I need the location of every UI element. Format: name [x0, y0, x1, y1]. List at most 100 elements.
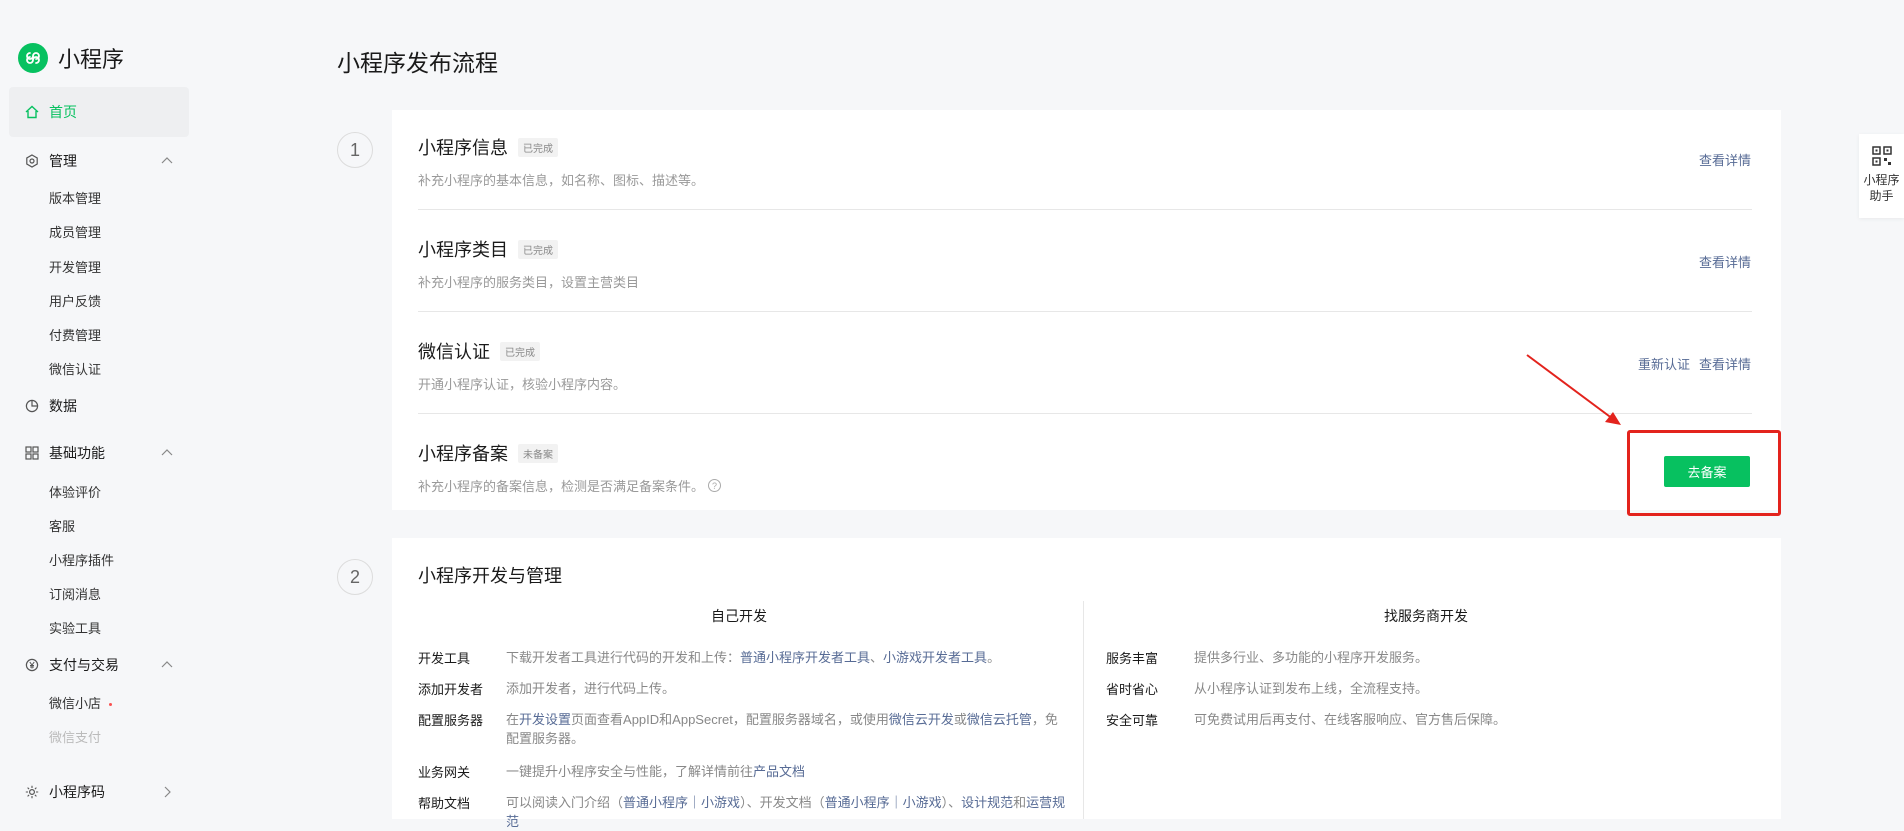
assistant-label-line2: 助手: [1869, 189, 1894, 203]
sidebar-group-label: 管理: [49, 153, 77, 169]
info-value: 添加开发者，进行代码上传。: [506, 681, 676, 696]
normal-devtool-link[interactable]: 普通小程序开发者工具: [740, 650, 870, 665]
sidebar-group-label: 基础功能: [49, 445, 105, 461]
sidebar-item-home[interactable]: 首页: [9, 87, 189, 137]
help-question-icon[interactable]: ?: [708, 479, 722, 492]
row-title: 微信认证: [418, 342, 490, 362]
info-value: 可以阅读入门介绍（普通小程序｜小游戏）、开发文档（普通小程序｜小游戏）、设计规范…: [506, 793, 1066, 831]
info-key: 开发工具: [418, 651, 471, 666]
intro-normal-link[interactable]: 普通小程序: [623, 795, 688, 810]
separator: 、: [870, 650, 884, 665]
sidebar-item-data[interactable]: 数据: [25, 396, 175, 416]
yen-icon: [25, 657, 41, 673]
go-filing-button[interactable]: 去备案: [1664, 456, 1750, 487]
mini-program-logo-icon: [18, 43, 48, 73]
row-description: 补充小程序的备案信息，检测是否满足备案条件。: [418, 479, 705, 494]
dev-settings-link[interactable]: 开发设置: [519, 712, 571, 727]
status-badge: 未备案: [518, 443, 558, 463]
grid-icon: [25, 445, 41, 461]
mini-program-assistant[interactable]: 小程序 助手: [1859, 134, 1904, 218]
sidebar-item-feedback[interactable]: 用户反馈: [49, 291, 101, 310]
sidebar-item-wechat-pay[interactable]: 微信支付: [49, 727, 101, 746]
info-text: ）、开发文档（: [740, 795, 825, 810]
sidebar-item-label: 首页: [49, 104, 77, 120]
separator: ｜: [889, 795, 903, 810]
sidebar-item-version[interactable]: 版本管理: [49, 188, 101, 207]
chevron-up-icon: [161, 157, 173, 164]
info-text: 下载开发者工具进行代码的开发和上传：: [506, 650, 741, 665]
sidebar-item-plugin[interactable]: 小程序插件: [49, 550, 114, 569]
sidebar-item-label: 小程序码: [49, 784, 105, 800]
sidebar-item-wechat-shop[interactable]: 微信小店: [49, 693, 113, 712]
sidebar-item-review[interactable]: 体验评价: [49, 482, 101, 501]
sidebar-item-service[interactable]: 客服: [49, 516, 75, 535]
app-logo[interactable]: 小程序: [18, 42, 124, 74]
info-text: 和: [1013, 795, 1027, 810]
assistant-label: 小程序 助手: [1863, 172, 1899, 204]
info-key: 业务网关: [418, 765, 471, 780]
info-text: 页面查看AppID和AppSecret，配置服务器域名，或使用: [571, 712, 889, 727]
design-spec-link[interactable]: 设计规范: [961, 795, 1013, 810]
info-text: ）、: [941, 795, 962, 810]
info-key: 添加开发者: [418, 682, 484, 697]
section-title: 小程序开发与管理: [418, 566, 562, 586]
row-divider: [418, 209, 1752, 210]
row-description: 补充小程序的基本信息，如名称、图标、描述等。: [418, 173, 705, 188]
pie-chart-icon: [25, 398, 41, 414]
chevron-up-icon: [161, 661, 173, 668]
info-value: 可免费试用后再支付、在线客服响应、官方售后保障。: [1194, 712, 1507, 727]
row-description: 补充小程序的服务类目，设置主营类目: [418, 275, 640, 290]
separator: ｜: [688, 795, 702, 810]
info-value: 在开发设置页面查看AppID和AppSecret，配置服务器域名，或使用微信云开…: [506, 710, 1066, 748]
sidebar-item-mini-program-code[interactable]: 小程序码: [25, 782, 175, 802]
product-docs-link[interactable]: 产品文档: [753, 764, 805, 779]
view-details-link-info[interactable]: 查看详情: [1699, 150, 1751, 169]
info-text: 一键提升小程序安全与性能，了解详情前往: [506, 764, 754, 779]
sidebar-item-wechat-auth[interactable]: 微信认证: [49, 359, 101, 378]
intro-game-link[interactable]: 小游戏: [701, 795, 740, 810]
home-icon: [25, 104, 41, 120]
sidebar-item-dev[interactable]: 开发管理: [49, 257, 101, 276]
game-devtool-link[interactable]: 小游戏开发者工具: [883, 650, 987, 665]
info-value: 下载开发者工具进行代码的开发和上传：普通小程序开发者工具、小游戏开发者工具。: [506, 648, 1066, 667]
sidebar-item-lab[interactable]: 实验工具: [49, 618, 101, 637]
info-value: 一键提升小程序安全与性能，了解详情前往产品文档: [506, 762, 1066, 781]
sidebar-group-payment[interactable]: 支付与交易: [25, 655, 175, 675]
chevron-up-icon: [161, 449, 173, 456]
status-badge: 已完成: [518, 239, 558, 259]
info-key: 帮助文档: [418, 796, 471, 811]
end-punct: 。: [987, 650, 1001, 665]
assistant-label-line1: 小程序: [1863, 173, 1900, 187]
sidebar: 小程序 首页 管理 版本管理 成员管理 开发管理 用户反馈 付费管理 微信认证 …: [0, 0, 200, 819]
status-badge: 已完成: [518, 137, 558, 157]
settings-icon: [25, 153, 41, 169]
step-row-filing: 小程序备案 未备案 补充小程序的备案信息，检测是否满足备案条件。?: [418, 440, 1752, 495]
sidebar-item-subscribe[interactable]: 订阅消息: [49, 584, 101, 603]
cloud-dev-link[interactable]: 微信云开发: [889, 712, 954, 727]
docs-normal-link[interactable]: 普通小程序: [825, 795, 890, 810]
cloud-hosting-link[interactable]: 微信云托管: [967, 712, 1032, 727]
sidebar-item-members[interactable]: 成员管理: [49, 222, 101, 241]
sidebar-group-basic[interactable]: 基础功能: [25, 443, 175, 463]
step-row-info: 小程序信息 已完成 补充小程序的基本信息，如名称、图标、描述等。: [418, 134, 1752, 189]
qr-code-icon: [1871, 146, 1892, 166]
chevron-right-icon: [164, 786, 171, 798]
sidebar-group-label: 支付与交易: [49, 657, 119, 673]
info-key: 服务丰富: [1106, 651, 1159, 666]
docs-game-link[interactable]: 小游戏: [903, 795, 942, 810]
sidebar-item-payment-manage[interactable]: 付费管理: [49, 325, 101, 344]
sidebar-group-manage[interactable]: 管理: [25, 151, 175, 171]
publish-steps-card: 小程序信息 已完成 补充小程序的基本信息，如名称、图标、描述等。 查看详情 小程序…: [392, 110, 1781, 510]
column-heading-self-dev: 自己开发: [711, 608, 767, 624]
sidebar-item-label: 数据: [49, 398, 77, 414]
info-text: 或: [953, 712, 967, 727]
info-text: 可以阅读入门介绍（: [506, 795, 624, 810]
red-dot-badge: [109, 703, 113, 707]
status-badge: 已完成: [500, 341, 540, 361]
info-value: 提供多行业、多功能的小程序开发服务。: [1194, 650, 1429, 665]
sun-icon: [25, 784, 41, 800]
info-key: 省时省心: [1106, 682, 1159, 697]
view-details-link-auth[interactable]: 查看详情: [1699, 354, 1751, 373]
re-auth-link[interactable]: 重新认证: [1638, 354, 1690, 373]
view-details-link-category[interactable]: 查看详情: [1699, 252, 1751, 271]
